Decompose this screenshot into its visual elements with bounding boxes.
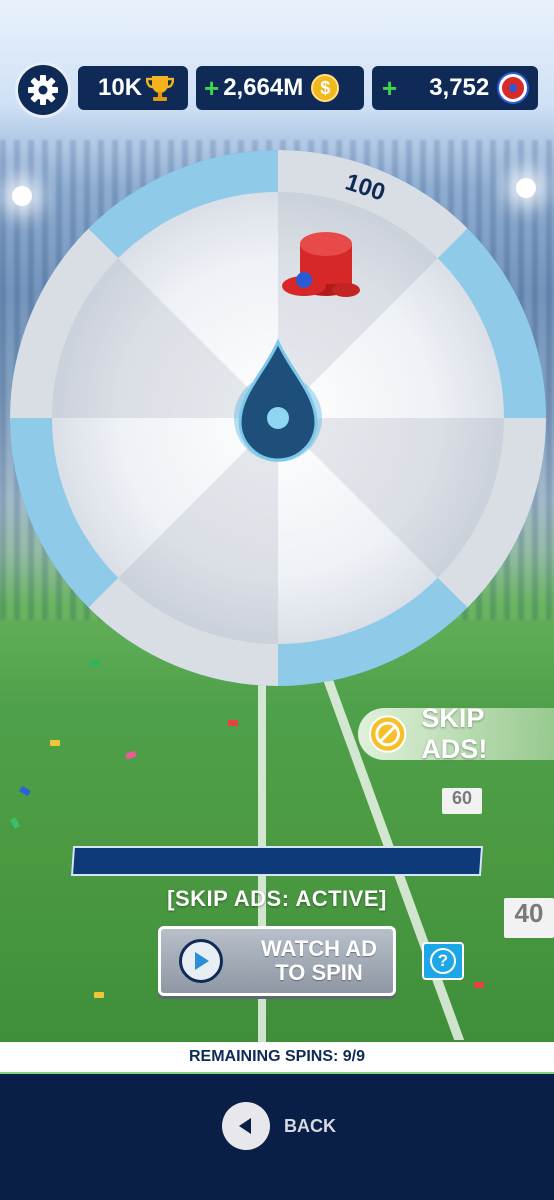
skip-ads-status: [SKIP ADS: ACTIVE] xyxy=(167,886,387,911)
confetti xyxy=(94,992,104,998)
add-tokens-plus[interactable]: + xyxy=(382,73,397,104)
back-arrow-icon xyxy=(222,1102,270,1150)
coins-amount: 2,664M xyxy=(223,74,304,101)
settings-button[interactable] xyxy=(15,62,71,118)
skip-ads-badge[interactable]: SKIP ADS! xyxy=(358,703,554,764)
tokens-amount: 3,752 xyxy=(429,74,490,101)
yard-marker-60: 60 xyxy=(442,788,482,814)
coins-counter[interactable]: + 2,664M $ xyxy=(196,66,364,110)
tokens-counter[interactable]: + 3,752 xyxy=(372,66,538,110)
gear-icon xyxy=(28,75,58,105)
confetti xyxy=(19,785,31,797)
watch-button-line2: TO SPIN xyxy=(275,960,363,985)
question-icon: ? xyxy=(430,948,456,974)
confetti xyxy=(474,982,484,988)
back-label: BACK xyxy=(284,1115,336,1136)
trophy-icon xyxy=(146,76,175,101)
skip-ads-label: SKIP ADS! xyxy=(421,703,488,764)
no-ads-icon xyxy=(368,715,407,753)
add-coins-plus[interactable]: + xyxy=(204,73,219,104)
confetti xyxy=(125,750,137,760)
help-button[interactable]: ? xyxy=(422,942,464,980)
confetti xyxy=(9,817,21,829)
back-button[interactable]: BACK xyxy=(222,1100,342,1152)
pointer-hub xyxy=(267,407,289,429)
confetti xyxy=(228,720,238,726)
coin-icon: $ xyxy=(311,74,340,102)
watch-button-line1: WATCH AD xyxy=(260,936,378,961)
trophy-counter: 10K xyxy=(78,66,188,110)
trophy-count: 10K xyxy=(98,74,143,101)
play-icon xyxy=(179,939,223,983)
confetti xyxy=(50,740,60,746)
token-icon xyxy=(499,74,528,102)
watch-ad-to-spin-button[interactable]: WATCH AD TO SPIN xyxy=(158,926,396,996)
remaining-spins: REMAINING SPINS: 9/9 xyxy=(0,1042,554,1072)
spin-wheel[interactable] xyxy=(8,148,548,688)
spin-progress-bar xyxy=(70,846,484,876)
